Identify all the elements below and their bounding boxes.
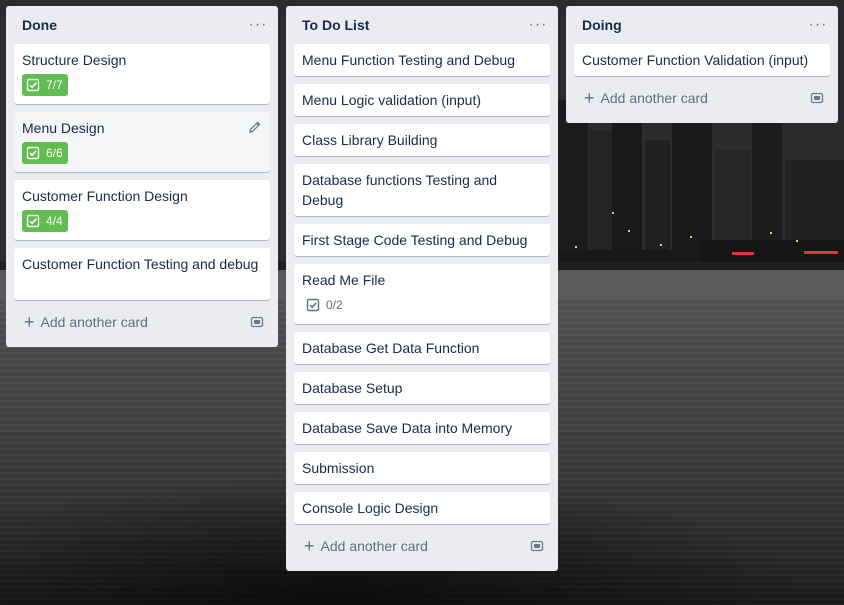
card-title: Database Save Data into Memory — [302, 420, 513, 436]
checklist-badge: 7/7 — [22, 74, 68, 96]
card[interactable]: Database Save Data into Memory — [294, 412, 550, 444]
card[interactable]: Customer Function Validation (input) — [574, 44, 830, 76]
list-title[interactable]: To Do List — [302, 17, 369, 33]
card[interactable]: Menu Logic validation (input) — [294, 84, 550, 116]
card-title: Menu Design — [22, 120, 105, 136]
card[interactable]: Class Library Building — [294, 124, 550, 156]
list-header: Doing ··· — [566, 6, 838, 44]
checklist-count: 4/4 — [46, 214, 63, 228]
list-header: Done ··· — [6, 6, 278, 44]
card-list: Customer Function Validation (input) — [566, 44, 838, 76]
card[interactable]: Menu Design 6/6 — [14, 112, 270, 172]
plus-icon: + — [24, 312, 35, 332]
checklist-badge: 0/2 — [302, 294, 347, 316]
checklist-badge: 4/4 — [22, 210, 68, 232]
card-title: Read Me File — [302, 272, 386, 288]
edit-pencil-icon[interactable] — [248, 120, 262, 134]
card-title: Customer Function Design — [22, 188, 188, 204]
list-to-do: To Do List ··· Menu Function Testing and… — [286, 6, 558, 571]
card-title: Submission — [302, 460, 375, 476]
checklist-count: 0/2 — [326, 298, 343, 312]
card-title: First Stage Code Testing and Debug — [302, 232, 528, 248]
add-card-label: Add another card — [320, 538, 428, 554]
card-title: Class Library Building — [302, 132, 438, 148]
checklist-icon — [306, 298, 320, 312]
card-template-icon[interactable] — [530, 539, 544, 553]
add-card-button[interactable]: + Add another card — [14, 308, 270, 336]
card[interactable]: Customer Function Design 4/4 — [14, 180, 270, 240]
list-doing: Doing ··· Customer Function Validation (… — [566, 6, 838, 123]
list-menu-icon[interactable]: ··· — [806, 13, 830, 37]
card[interactable]: Database Get Data Function — [294, 332, 550, 364]
card-list: Menu Function Testing and Debug Menu Log… — [286, 44, 558, 524]
card[interactable]: Database Setup — [294, 372, 550, 404]
card-template-icon[interactable] — [810, 91, 824, 105]
checklist-icon — [26, 146, 40, 160]
checklist-count: 6/6 — [46, 146, 63, 160]
list-title[interactable]: Done — [22, 17, 57, 33]
card[interactable]: Submission — [294, 452, 550, 484]
checklist-count: 7/7 — [46, 78, 63, 92]
card[interactable]: Database functions Testing and Debug — [294, 164, 550, 216]
checklist-icon — [26, 214, 40, 228]
checklist-icon — [26, 78, 40, 92]
list-done: Done ··· Structure Design 7/7 Menu Desig… — [6, 6, 278, 347]
card-title: Console Logic Design — [302, 500, 439, 516]
card[interactable]: Console Logic Design — [294, 492, 550, 524]
plus-icon: + — [584, 88, 595, 108]
card[interactable]: Structure Design 7/7 — [14, 44, 270, 104]
card-title: Structure Design — [22, 52, 127, 68]
card-title: Customer Function Validation (input) — [582, 52, 809, 68]
card-list: Structure Design 7/7 Menu Design 6/6 Cus… — [6, 44, 278, 300]
add-card-button[interactable]: + Add another card — [294, 532, 550, 560]
card-template-icon[interactable] — [250, 315, 264, 329]
add-card-button[interactable]: + Add another card — [574, 84, 830, 112]
list-title[interactable]: Doing — [582, 17, 622, 33]
card-title: Database Get Data Function — [302, 340, 480, 356]
card[interactable]: Read Me File 0/2 — [294, 264, 550, 324]
card[interactable]: First Stage Code Testing and Debug — [294, 224, 550, 256]
list-menu-icon[interactable]: ··· — [526, 13, 550, 37]
card-title: Menu Logic validation (input) — [302, 92, 481, 108]
list-header: To Do List ··· — [286, 6, 558, 44]
card-title: Menu Function Testing and Debug — [302, 52, 515, 68]
checklist-badge: 6/6 — [22, 142, 68, 164]
plus-icon: + — [304, 536, 315, 556]
card-title: Database Setup — [302, 380, 403, 396]
card[interactable]: Menu Function Testing and Debug — [294, 44, 550, 76]
card-title: Customer Function Testing and debug — [22, 256, 259, 272]
card[interactable]: Customer Function Testing and debug — [14, 248, 270, 300]
card-title: Database functions Testing and Debug — [302, 172, 498, 208]
add-card-label: Add another card — [40, 314, 148, 330]
add-card-label: Add another card — [600, 90, 708, 106]
list-menu-icon[interactable]: ··· — [246, 13, 270, 37]
